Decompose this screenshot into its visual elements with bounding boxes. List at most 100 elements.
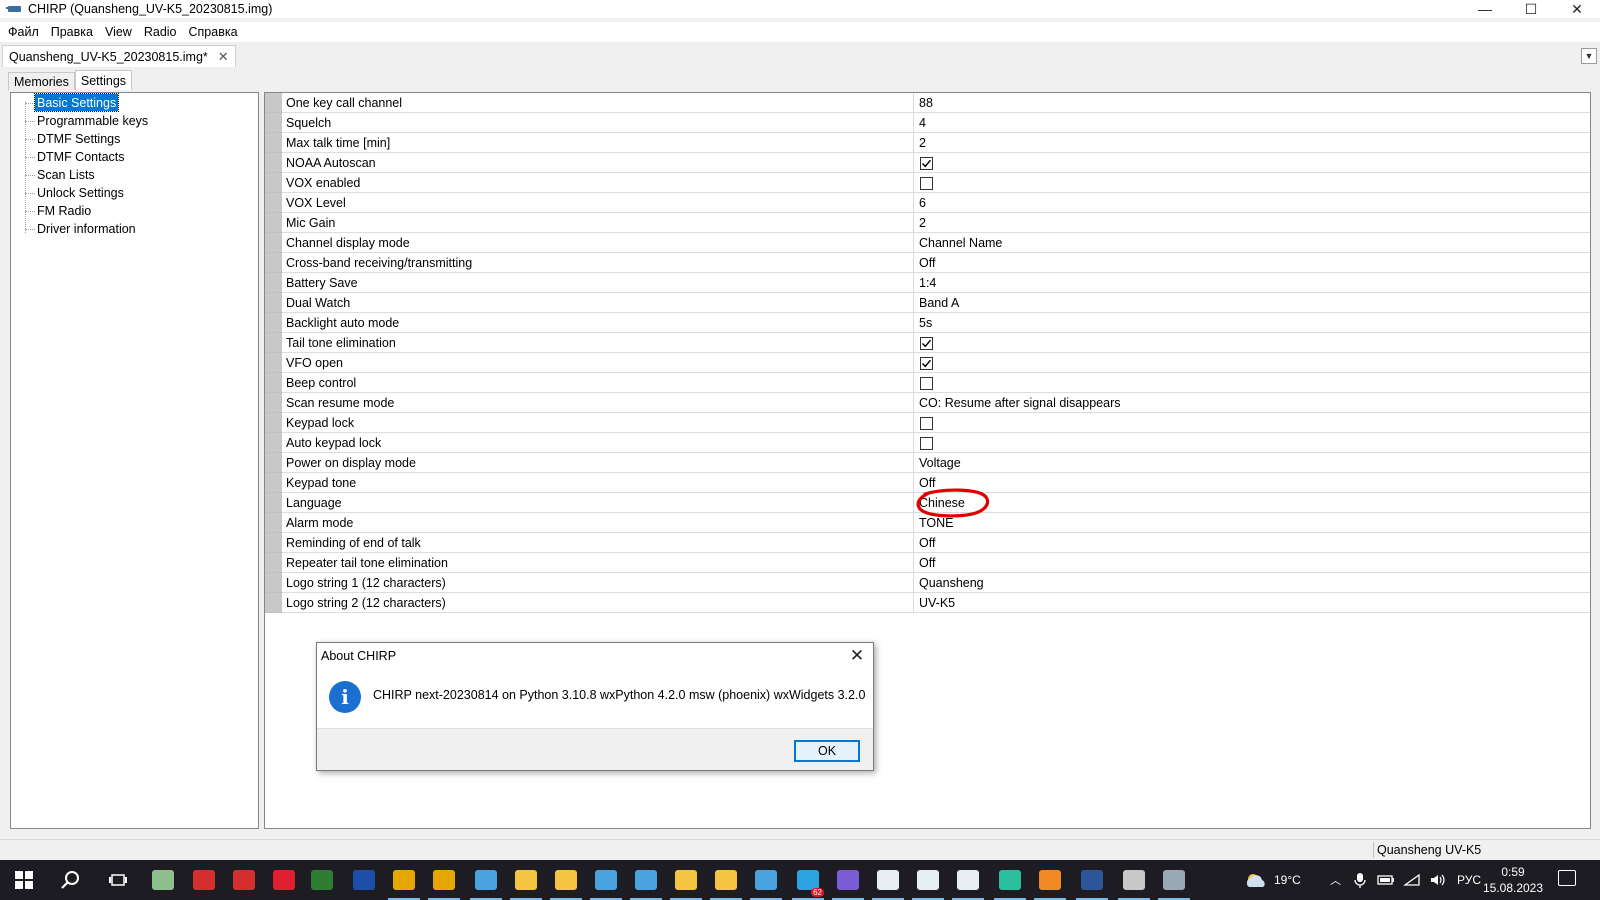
opera-icon[interactable] (264, 860, 304, 900)
setting-value[interactable]: 5s (915, 313, 1590, 333)
task-view-icon[interactable] (98, 860, 138, 900)
menu-radio[interactable]: Radio (138, 25, 183, 39)
magnifier-app-icon[interactable] (1030, 860, 1070, 900)
chrome-2-icon[interactable] (424, 860, 464, 900)
viber-icon[interactable] (828, 860, 868, 900)
row-margin (265, 573, 282, 593)
bird-app-icon[interactable] (466, 860, 506, 900)
setting-value[interactable]: 6 (915, 193, 1590, 213)
checkbox-unchecked[interactable] (920, 176, 933, 190)
network-icon[interactable] (1403, 873, 1421, 887)
setting-value[interactable]: 2 (915, 213, 1590, 233)
setting-label: Dual Watch (282, 293, 914, 313)
menu-view[interactable]: View (99, 25, 138, 39)
bird-app-3-icon[interactable] (626, 860, 666, 900)
folder-icon[interactable] (506, 860, 546, 900)
volume-icon[interactable] (1429, 873, 1447, 887)
setting-value[interactable]: Channel Name (915, 233, 1590, 253)
info-icon: i (329, 681, 361, 713)
red-app-2-icon[interactable] (224, 860, 264, 900)
floppy-icon[interactable] (344, 860, 384, 900)
tree-item-scan-lists[interactable]: Scan Lists (35, 166, 97, 183)
search-icon[interactable] (50, 860, 90, 900)
text-app-icon[interactable] (990, 860, 1030, 900)
tray-chevron-icon[interactable]: ︿ (1330, 872, 1341, 888)
tree-item-dtmf-contacts[interactable]: DTMF Contacts (35, 148, 127, 165)
ok-button[interactable]: OK (794, 740, 860, 762)
clock[interactable]: 0:59 15.08.2023 (1478, 864, 1548, 896)
start-icon[interactable] (4, 860, 44, 900)
checkbox-unchecked[interactable] (920, 436, 933, 450)
tab-list-dropdown-icon[interactable]: ▼ (1581, 48, 1597, 64)
tab-memories[interactable]: Memories (8, 72, 75, 90)
setting-value[interactable]: CO: Resume after signal disappears (915, 393, 1590, 413)
setting-value[interactable]: UV-K5 (915, 593, 1590, 613)
battery-icon[interactable] (1377, 874, 1395, 886)
keyboard-app-icon[interactable] (143, 860, 183, 900)
printer-app-icon[interactable] (1114, 860, 1154, 900)
setting-value[interactable]: Voltage (915, 453, 1590, 473)
setting-row: Max talk time [min] 2 (265, 133, 1590, 153)
notifications-icon[interactable] (1558, 870, 1576, 886)
setting-value[interactable]: Band A (915, 293, 1590, 313)
system-tray: ︿ РУС (1330, 860, 1481, 900)
setting-value[interactable]: Chinese (915, 493, 1590, 513)
tree-item-unlock-settings[interactable]: Unlock Settings (35, 184, 126, 201)
setting-value[interactable]: Off (915, 473, 1590, 493)
setting-label: NOAA Autoscan (282, 153, 914, 173)
dialog-close-button[interactable]: ✕ (847, 646, 867, 666)
checkbox-checked[interactable] (920, 356, 933, 370)
tree-item-driver-information[interactable]: Driver information (35, 220, 138, 237)
maximize-button[interactable]: ☐ (1508, 0, 1554, 18)
setting-row: Keypad lock (265, 413, 1590, 433)
word-icon[interactable] (1072, 860, 1112, 900)
tree-item-fm-radio[interactable]: FM Radio (35, 202, 93, 219)
checkbox-checked[interactable] (920, 156, 933, 170)
weather-widget[interactable]: 19°C (1244, 860, 1301, 900)
row-margin (265, 113, 282, 133)
tree-item-programmable-keys[interactable]: Programmable keys (35, 112, 150, 129)
folder-4-icon[interactable] (706, 860, 746, 900)
telegram-icon[interactable]: 62 (788, 860, 828, 900)
setting-row: Language Chinese (265, 493, 1590, 513)
checkbox-unchecked[interactable] (920, 416, 933, 430)
chrome-icon[interactable] (384, 860, 424, 900)
checkbox-unchecked[interactable] (920, 376, 933, 390)
minimize-button[interactable]: — (1462, 0, 1508, 18)
cube-app-icon[interactable] (868, 860, 908, 900)
tree-connector (25, 103, 35, 104)
close-window-button[interactable]: ✕ (1554, 0, 1600, 18)
excel-chart-icon[interactable] (302, 860, 342, 900)
setting-value[interactable]: TONE (915, 513, 1590, 533)
setting-value[interactable]: Off (915, 553, 1590, 573)
chirp-app-icon[interactable] (1154, 860, 1194, 900)
cube-app-3-icon[interactable] (948, 860, 988, 900)
close-tab-icon[interactable]: ✕ (218, 49, 229, 65)
menu-help[interactable]: Справка (183, 25, 244, 39)
setting-value[interactable]: 1:4 (915, 273, 1590, 293)
menu-edit[interactable]: Правка (45, 25, 99, 39)
red-app-icon[interactable] (184, 860, 224, 900)
setting-label: Tail tone elimination (282, 333, 914, 353)
menu-file[interactable]: Файл (2, 25, 45, 39)
setting-value[interactable]: Off (915, 253, 1590, 273)
bird-app-4-icon[interactable] (746, 860, 786, 900)
setting-row: VOX Level 6 (265, 193, 1590, 213)
tab-settings[interactable]: Settings (74, 70, 133, 90)
tree-item-dtmf-settings[interactable]: DTMF Settings (35, 130, 122, 147)
status-separator (1373, 842, 1374, 858)
setting-value[interactable]: 4 (915, 113, 1590, 133)
setting-value[interactable]: Off (915, 533, 1590, 553)
cube-app-2-icon[interactable] (908, 860, 948, 900)
bird-app-2-icon[interactable] (586, 860, 626, 900)
microphone-icon[interactable] (1353, 872, 1367, 888)
row-margin (265, 393, 282, 413)
folder-2-icon[interactable] (546, 860, 586, 900)
document-tab[interactable]: Quansheng_UV-K5_20230815.img* ✕ (2, 45, 236, 67)
setting-value[interactable]: 88 (915, 93, 1590, 113)
checkbox-checked[interactable] (920, 336, 933, 350)
tree-item-basic-settings[interactable]: Basic Settings (33, 93, 120, 112)
setting-value[interactable]: Quansheng (915, 573, 1590, 593)
folder-3-icon[interactable] (666, 860, 706, 900)
setting-value[interactable]: 2 (915, 133, 1590, 153)
